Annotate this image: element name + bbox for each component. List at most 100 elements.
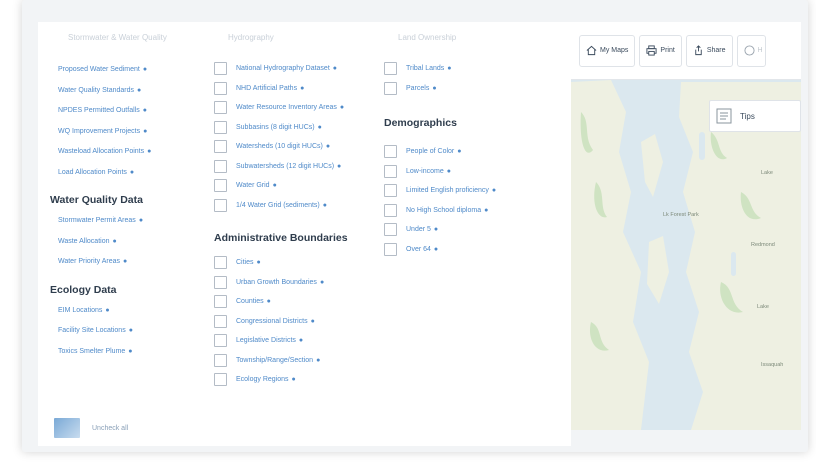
info-icon[interactable]: ● [143, 107, 147, 114]
layer-link-facility-site-locations[interactable]: Facility Site Locations ● [38, 321, 198, 342]
layer-checkbox[interactable] [214, 101, 227, 115]
layer-checkbox[interactable] [214, 256, 227, 270]
info-icon[interactable]: ● [123, 258, 127, 265]
layer-label[interactable]: Subbasins (8 digit HUCs) [236, 118, 315, 138]
info-icon[interactable]: ● [267, 292, 271, 312]
layer-label[interactable]: Tribal Lands [406, 59, 444, 79]
layer-checkbox[interactable] [214, 81, 227, 95]
layer-link-eim-locations[interactable]: EIM Locations ● [38, 301, 198, 322]
layer-checkbox[interactable] [214, 334, 227, 348]
info-icon[interactable]: ● [143, 128, 147, 135]
info-icon[interactable]: ● [299, 331, 303, 351]
layer-label[interactable]: Township/Range/Section [236, 351, 313, 371]
tips-button[interactable]: Tips [709, 100, 801, 132]
info-icon[interactable]: ● [447, 59, 451, 79]
info-icon[interactable]: ● [337, 157, 341, 177]
layer-label[interactable]: Legislative Districts [236, 331, 296, 351]
info-icon[interactable]: ● [447, 162, 451, 182]
layer-checkbox[interactable] [384, 203, 397, 217]
layer-label[interactable]: Under 5 [406, 220, 431, 240]
layer-link-toxics-smelter-plume[interactable]: Toxics Smelter Plume ● [38, 342, 198, 363]
layer-checkbox[interactable] [384, 145, 397, 159]
layer-label[interactable]: Water Grid [236, 176, 270, 196]
uncheck-all-link[interactable]: Uncheck all [92, 425, 128, 432]
layer-link-npdes-permitted-outfalls[interactable]: NPDES Permitted Outfalls ● [38, 101, 198, 122]
layer-label[interactable]: NHD Artificial Paths [236, 79, 297, 99]
layer-label[interactable]: Counties [236, 292, 264, 312]
layer-link-water-quality-standards[interactable]: Water Quality Standards ● [38, 81, 198, 102]
layer-checkbox[interactable] [214, 120, 227, 134]
layer-checkbox[interactable] [384, 184, 397, 198]
info-icon[interactable]: ● [311, 312, 315, 332]
layer-label[interactable]: Limited English proficiency [406, 181, 489, 201]
layer-label[interactable]: Congressional Districts [236, 312, 308, 332]
print-button[interactable]: Print [639, 34, 682, 67]
info-icon[interactable]: ● [316, 351, 320, 371]
layer-checkbox[interactable] [384, 62, 397, 76]
layer-link-stormwater-permit-areas[interactable]: Stormwater Permit Areas ● [38, 211, 198, 232]
layer-label[interactable]: Low-income [406, 162, 444, 182]
layer-checkbox[interactable] [214, 140, 227, 154]
info-icon[interactable]: ● [484, 201, 488, 221]
share-button[interactable]: Share [685, 34, 733, 67]
layer-label[interactable]: No High School diploma [406, 201, 481, 221]
info-icon[interactable]: ● [105, 307, 109, 314]
info-icon[interactable]: ● [492, 181, 496, 201]
layer-checkbox[interactable] [214, 353, 227, 367]
info-icon[interactable]: ● [457, 142, 461, 162]
layer-label[interactable]: Watersheds (10 digit HUCs) [236, 137, 323, 157]
info-icon[interactable]: ● [139, 217, 143, 224]
layer-label[interactable]: Water Resource Inventory Areas [236, 98, 337, 118]
layer-checkbox[interactable] [214, 179, 227, 193]
info-icon[interactable]: ● [434, 240, 438, 260]
layer-link-proposed-water-sediment[interactable]: Proposed Water Sediment ● [38, 60, 198, 81]
layer-label[interactable]: Subwatersheds (12 digit HUCs) [236, 157, 334, 177]
layer-checkbox[interactable] [384, 164, 397, 178]
my-maps-button[interactable]: My Maps [579, 34, 636, 67]
info-icon[interactable]: ● [432, 79, 436, 99]
layer-link-wasteload-allocation-points[interactable]: Wasteload Allocation Points ● [38, 142, 198, 163]
layer-label[interactable]: Over 64 [406, 240, 431, 260]
layer-label[interactable]: Parcels [406, 79, 429, 99]
info-icon[interactable]: ● [318, 118, 322, 138]
layer-checkbox[interactable] [214, 275, 227, 289]
layer-checkbox[interactable] [384, 223, 397, 237]
layer-checkbox[interactable] [214, 62, 227, 76]
info-icon[interactable]: ● [137, 87, 141, 94]
info-icon[interactable]: ● [292, 370, 296, 390]
layer-label[interactable]: People of Color [406, 142, 454, 162]
info-icon[interactable]: ● [323, 196, 327, 216]
info-icon[interactable]: ● [129, 327, 133, 334]
layer-link-waste-allocation[interactable]: Waste Allocation ● [38, 232, 198, 253]
map-view[interactable]: Lk Forest Park Redmond Lake Lake Issaqua… [571, 22, 801, 430]
layer-checkbox[interactable] [384, 242, 397, 256]
layer-checkbox[interactable] [214, 314, 227, 328]
info-icon[interactable]: ● [130, 169, 134, 176]
info-icon[interactable]: ● [257, 253, 261, 273]
layer-link-water-priority-areas[interactable]: Water Priority Areas ● [38, 252, 198, 273]
layer-label[interactable]: National Hydrography Dataset [236, 59, 330, 79]
info-icon[interactable]: ● [300, 79, 304, 99]
layer-label[interactable]: Ecology Regions [236, 370, 289, 390]
layer-label[interactable]: Cities [236, 253, 254, 273]
layer-label[interactable]: Urban Growth Boundaries [236, 273, 317, 293]
info-icon[interactable]: ● [333, 59, 337, 79]
info-icon[interactable]: ● [113, 238, 117, 245]
info-icon[interactable]: ● [128, 348, 132, 355]
info-icon[interactable]: ● [143, 66, 147, 73]
layer-checkbox[interactable] [214, 373, 227, 387]
layer-label[interactable]: 1/4 Water Grid (sediments) [236, 196, 320, 216]
layer-checkbox[interactable] [214, 159, 227, 173]
info-icon[interactable]: ● [273, 176, 277, 196]
layer-link-wq-improvement-projects[interactable]: WQ Improvement Projects ● [38, 122, 198, 143]
info-icon[interactable]: ● [326, 137, 330, 157]
layer-checkbox[interactable] [214, 198, 227, 212]
layer-checkbox[interactable] [384, 81, 397, 95]
info-icon[interactable]: ● [340, 98, 344, 118]
info-icon[interactable]: ● [147, 148, 151, 155]
layer-link-load-allocation-points[interactable]: Load Allocation Points ● [38, 163, 198, 184]
info-icon[interactable]: ● [434, 220, 438, 240]
help-button[interactable]: H [736, 34, 766, 67]
layer-checkbox[interactable] [214, 295, 227, 309]
info-icon[interactable]: ● [320, 273, 324, 293]
